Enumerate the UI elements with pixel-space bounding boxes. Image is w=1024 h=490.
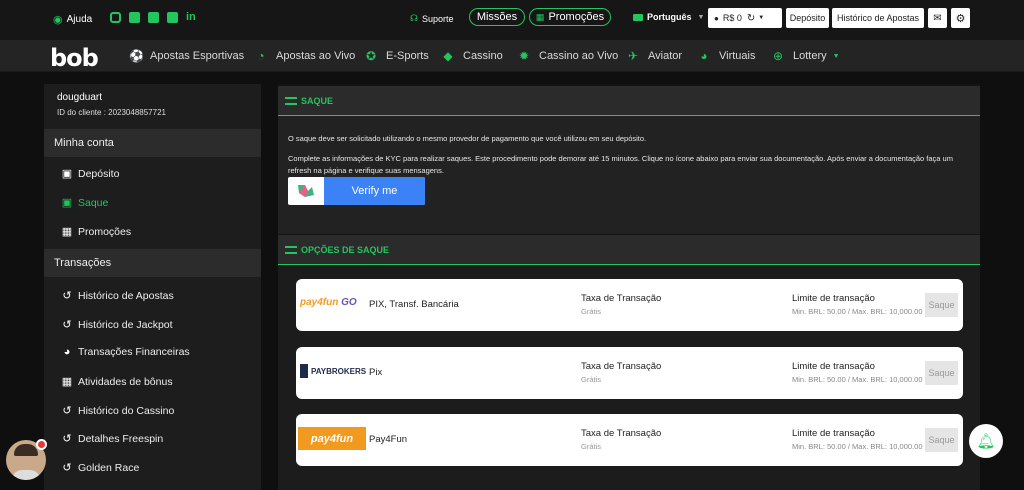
sidebar-item-promotions[interactable]: ▦ Promoções (60, 225, 131, 239)
youtube-icon[interactable] (167, 12, 178, 23)
sidebar-item-casino-history[interactable]: ↺ Histórico do Cassino (60, 404, 174, 418)
gift-icon: ▦ (61, 226, 73, 238)
balance-display[interactable]: ● R$ 0 ↻ ▼ (708, 8, 782, 28)
avatar-shirt (12, 470, 40, 480)
language-select[interactable]: Português ▼ (633, 12, 704, 22)
diamond-icon: ◆ (443, 49, 453, 63)
verify-me-button[interactable]: Verify me (288, 177, 425, 205)
sidebar-item-golden-race[interactable]: ↺ Golden Race (60, 461, 139, 475)
options-header: OPÇÕES DE SAQUE (278, 235, 980, 265)
messages-button[interactable]: ✉ (928, 8, 947, 28)
chevron-down-icon: ▼ (758, 15, 765, 21)
brazil-flag-icon (633, 13, 643, 21)
history-icon: ↺ (62, 290, 72, 302)
client-id: ID do cliente : 2023048857721 (57, 108, 166, 117)
chevron-down-icon: ▼ (697, 13, 705, 21)
sidebar-item-jackpot-history[interactable]: ↺ Histórico de Jackpot (60, 318, 172, 332)
section-transactions: Transações (44, 249, 261, 277)
kyc-logo-icon (296, 183, 316, 199)
nav-casino[interactable]: ◆ Cassino (442, 40, 502, 72)
saque-info-line1: O saque deve ser solicitado utilizando o… (288, 134, 647, 143)
virtual-ball-icon: ◕ (700, 49, 708, 63)
help-link[interactable]: ◉ Ajuda (53, 13, 92, 26)
nav-sports[interactable]: ⚽ Apostas Esportivas (129, 40, 244, 72)
facebook-icon[interactable] (129, 12, 140, 23)
whatsapp-icon: ◉ (53, 14, 63, 26)
pie-chart-icon: ◕ (63, 346, 71, 358)
payfun-go-logo: pay4fun GO (300, 297, 357, 308)
withdraw-method-paybrokers: PAYBROKERS Pix Taxa de Transação Grátis … (296, 347, 963, 399)
saque-info-line2: Complete as informações de KYC para real… (288, 154, 953, 175)
nav-esports[interactable]: ✪ E-Sports (365, 40, 429, 72)
support-link[interactable]: ☊ Suporte (410, 13, 454, 24)
saque-header: SAQUE (278, 86, 980, 116)
history-icon: ↺ (62, 433, 72, 445)
refresh-icon[interactable]: ↻ (747, 13, 755, 24)
pay4fun-logo: pay4fun (298, 427, 366, 450)
section-my-account: Minha conta (44, 129, 261, 157)
missions-button[interactable]: Missões (469, 8, 525, 26)
chevron-down-icon: ▼ (832, 52, 840, 60)
social-links: in (110, 12, 196, 23)
paybrokers-logo: PAYBROKERS (300, 364, 366, 378)
headset-icon: ☊ (410, 13, 418, 23)
withdraw-method-payfun-go: pay4fun GO PIX, Transf. Bancária Taxa de… (296, 279, 963, 331)
cash-icon (285, 246, 297, 254)
bet-history-button[interactable]: Histórico de Apostas (832, 8, 924, 28)
gift-icon: ▦ (535, 11, 545, 22)
history-icon: ↺ (62, 319, 72, 331)
promotions-button[interactable]: ▦ Promoções (529, 8, 611, 26)
gear-icon: ⚙ (955, 12, 966, 25)
withdraw-method-pay4fun: pay4fun Pay4Fun Taxa de Transação Grátis… (296, 414, 963, 466)
withdraw-button[interactable]: Saque (925, 428, 958, 452)
username: dougduart (57, 92, 103, 103)
nav-live-casino[interactable]: ✹ Cassino ao Vivo (518, 40, 618, 72)
paybrokers-mark-icon (300, 364, 308, 378)
sidebar-item-deposit[interactable]: ▣ Depósito (60, 167, 120, 181)
top-bar: ◉ Ajuda in ☊ Suporte Missões ▦ Promoções… (0, 0, 1024, 40)
user-icon: ● (714, 13, 719, 23)
sidebar-item-bet-history[interactable]: ↺ Histórico de Apostas (60, 289, 173, 303)
bell-icon: 🔔︎ (976, 433, 996, 450)
soccer-ball-icon: ⚽ (129, 49, 144, 63)
avatar-hair (14, 444, 38, 456)
cash-icon: ▣ (61, 168, 73, 180)
sidebar-item-bonus[interactable]: ▦ Atividades de bônus (60, 375, 173, 389)
nav-aviator[interactable]: ✈ Aviator (627, 40, 682, 72)
sidebar-item-freespin[interactable]: ↺ Detalhes Freespin (60, 432, 163, 446)
instagram-icon[interactable] (110, 12, 121, 23)
globe-icon: ⊕ (772, 49, 784, 63)
logo[interactable]: bob (50, 44, 99, 72)
esports-icon: ✪ (365, 49, 377, 63)
linkedin-icon[interactable]: in (186, 12, 196, 23)
chip-icon: ✹ (518, 49, 530, 63)
history-icon: ↺ (62, 462, 72, 474)
withdraw-button[interactable]: Saque (925, 361, 958, 385)
sidebar-item-financial[interactable]: ◕ Transações Financeiras (60, 346, 190, 358)
history-icon: ↺ (62, 405, 72, 417)
notifications-button[interactable]: 🔔︎ (969, 424, 1003, 458)
withdraw-button[interactable]: Saque (925, 293, 958, 317)
twitter-icon[interactable] (148, 12, 159, 23)
avatar-notification-badge (36, 439, 47, 450)
nav-virtuals[interactable]: ◕ Virtuais (698, 40, 755, 72)
gift-icon: ▦ (61, 376, 73, 388)
envelope-icon: ✉ (933, 12, 942, 24)
airplane-icon: ✈ (627, 49, 639, 63)
nav-lottery[interactable]: ⊕ Lottery ▼ (772, 40, 840, 72)
cash-icon: ▣ (61, 197, 73, 209)
settings-button[interactable]: ⚙ (951, 8, 970, 28)
deposit-button[interactable]: Depósito (786, 8, 829, 28)
sidebar-item-withdraw[interactable]: ▣ Saque (60, 196, 109, 210)
nav-live[interactable]: ◔ Apostas ao Vivo (255, 40, 355, 72)
stopwatch-icon: ◔ (257, 49, 265, 63)
cash-icon (285, 97, 297, 105)
